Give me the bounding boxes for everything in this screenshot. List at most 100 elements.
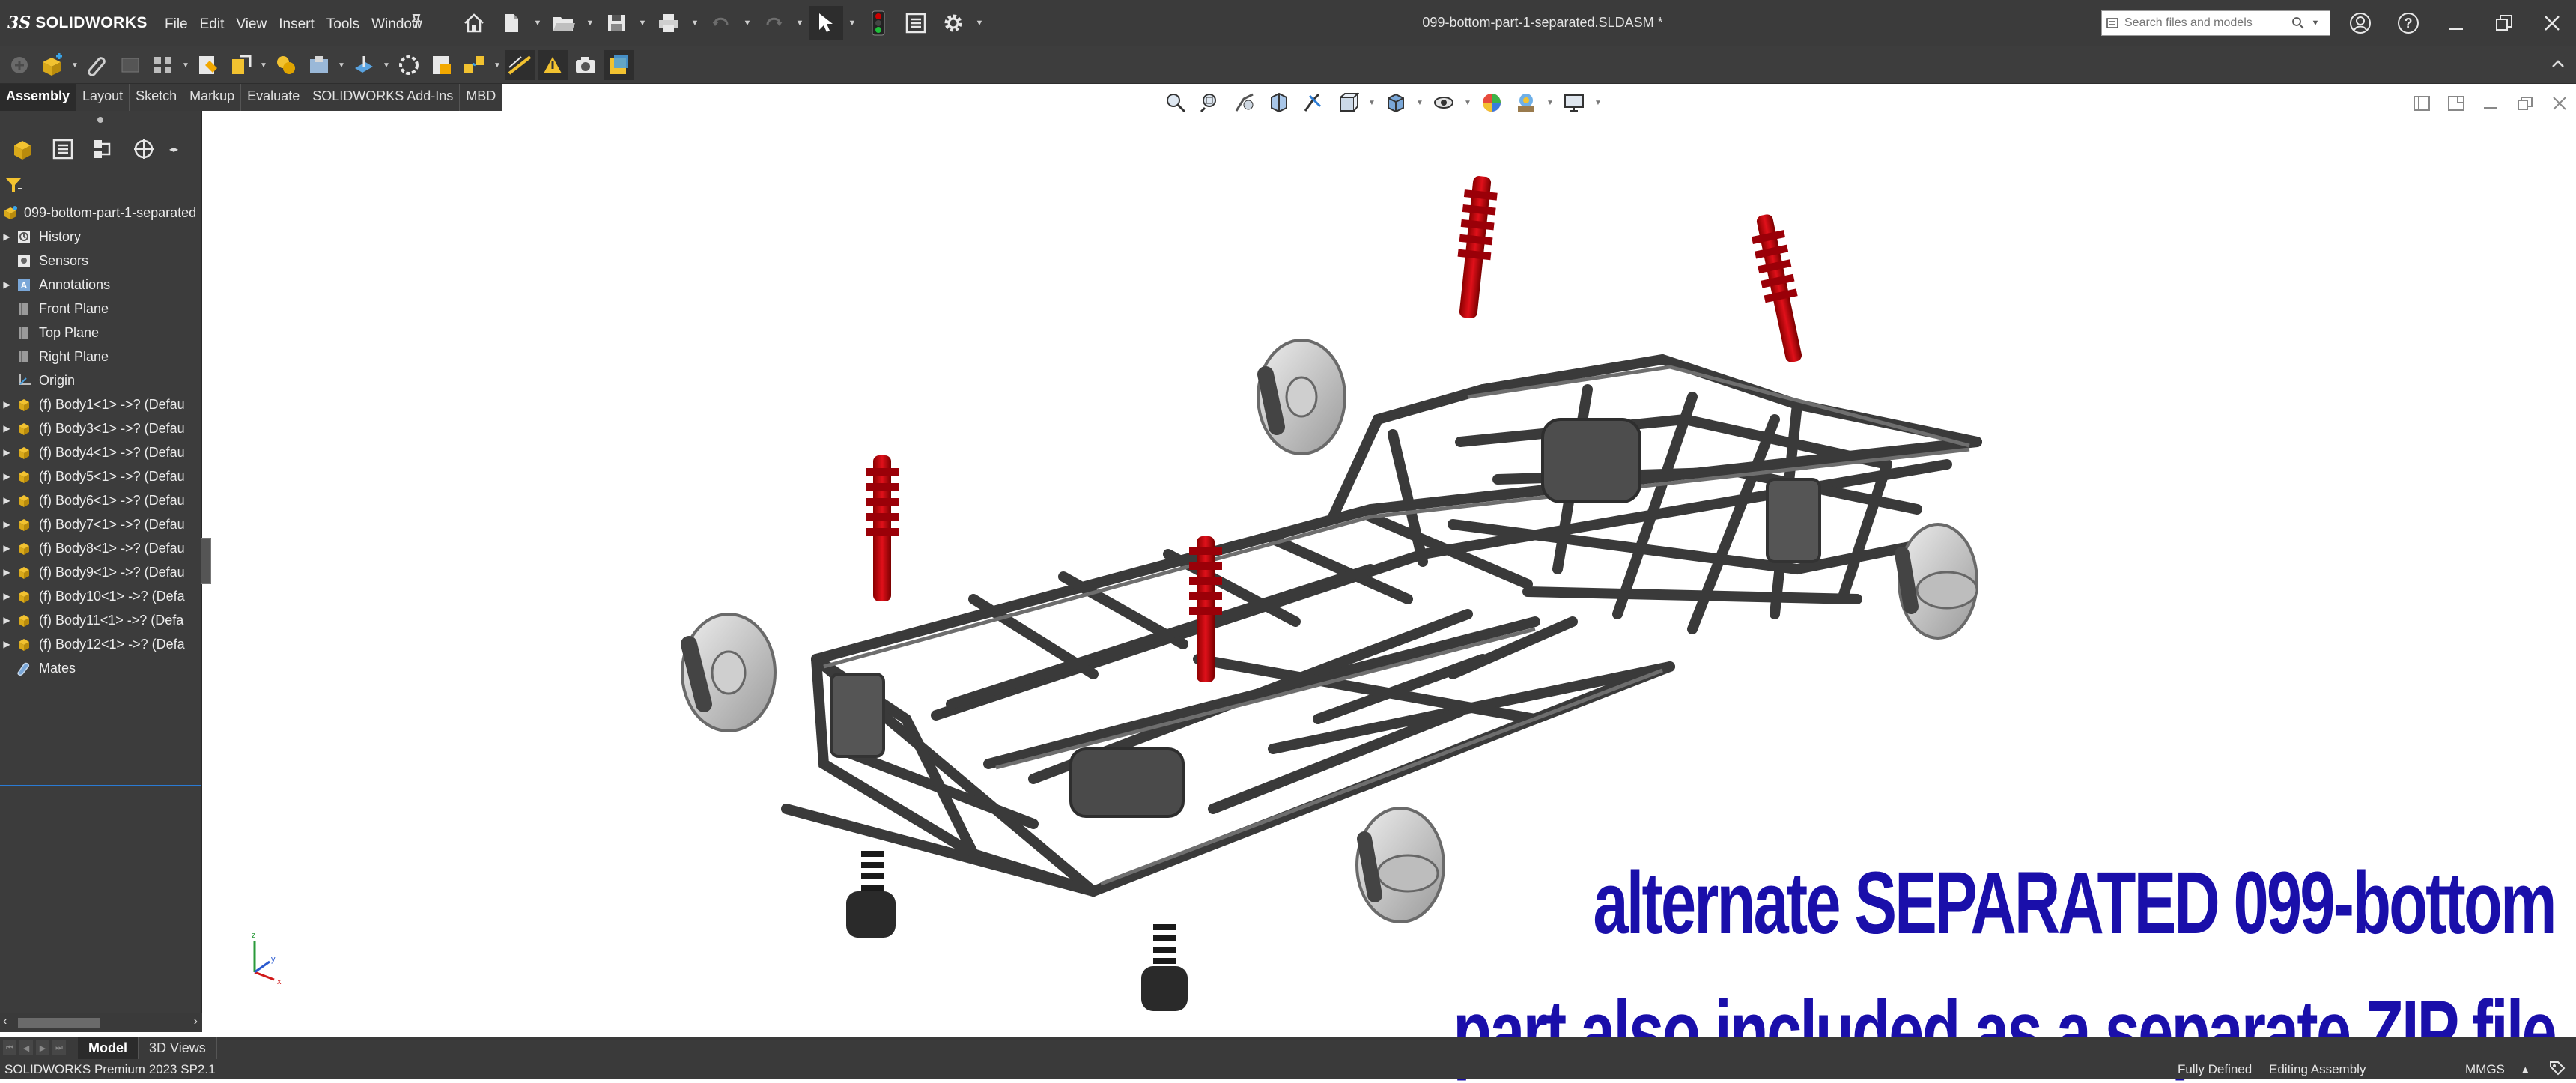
tab-sketch[interactable]: Sketch: [130, 84, 184, 111]
search-scope-icon[interactable]: [2102, 17, 2124, 29]
tree-filter[interactable]: [4, 174, 24, 196]
open-dropdown-icon[interactable]: ▼: [584, 6, 596, 40]
edit-appearance-icon[interactable]: [1477, 88, 1507, 117]
dynamic-annotation-views-icon[interactable]: [1298, 88, 1328, 117]
chassis-frame[interactable]: [781, 354, 1982, 897]
menu-file[interactable]: File: [159, 13, 194, 36]
status-units[interactable]: MMGS: [2465, 1062, 2505, 1077]
filter-icon[interactable]: [4, 177, 24, 193]
new-dropdown-icon[interactable]: ▼: [532, 6, 544, 40]
previous-tab-icon[interactable]: ◀: [19, 1040, 33, 1055]
tree-item-body10[interactable]: ▶ (f) Body10<1> ->? (Defa: [0, 584, 201, 608]
view-orientation-dropdown-icon[interactable]: ▼: [1367, 99, 1376, 107]
exploded-view-dropdown-icon[interactable]: ▼: [493, 61, 502, 70]
tree-item-history[interactable]: ▶ History: [0, 225, 201, 249]
display-style-icon[interactable]: [1381, 88, 1411, 117]
large-assembly-settings-icon[interactable]: [604, 50, 634, 80]
task-pane-icon[interactable]: [2411, 93, 2432, 114]
search-icon[interactable]: [2289, 16, 2307, 30]
front-suspension-hub-block[interactable]: [1069, 747, 1185, 818]
tree-item-front-plane[interactable]: Front Plane: [0, 297, 201, 321]
bump-stop-1[interactable]: [846, 851, 896, 938]
tab-evaluate[interactable]: Evaluate: [241, 84, 307, 111]
panel-tab-scroll-arrows[interactable]: ◂▸: [169, 144, 178, 154]
help-icon[interactable]: ?: [2384, 0, 2432, 46]
insert-components-icon[interactable]: [37, 50, 67, 80]
tab-layout[interactable]: Layout: [76, 84, 130, 111]
apply-scene-dropdown-icon[interactable]: ▼: [1546, 99, 1555, 107]
pattern-dropdown-icon[interactable]: ▼: [181, 61, 190, 70]
view-settings-icon[interactable]: [1559, 88, 1589, 117]
hide-show-items-icon[interactable]: [1429, 88, 1459, 117]
menu-edit[interactable]: Edit: [194, 13, 231, 36]
traffic-light-icon[interactable]: [861, 6, 896, 40]
expand-arrow-icon[interactable]: ▶: [0, 519, 13, 530]
undo-dropdown-icon[interactable]: ▼: [741, 6, 753, 40]
options-gear-icon[interactable]: [936, 6, 970, 40]
expand-arrow-icon[interactable]: ▶: [0, 447, 13, 458]
expand-arrow-icon[interactable]: ▶: [0, 423, 13, 434]
panel-grip[interactable]: [97, 117, 103, 123]
tree-item-body1[interactable]: ▶ (f) Body1<1> ->? (Defau: [0, 392, 201, 416]
search-input[interactable]: [2124, 16, 2289, 30]
tag-icon[interactable]: [2549, 1061, 2566, 1079]
tree-item-body5[interactable]: ▶ (f) Body5<1> ->? (Defau: [0, 464, 201, 488]
bump-stop-2[interactable]: [1141, 924, 1188, 1011]
user-account-icon[interactable]: [2336, 0, 2384, 46]
viewport-minimize-icon[interactable]: [2480, 93, 2501, 114]
take-snapshot-icon[interactable]: [571, 50, 601, 80]
apply-scene-icon[interactable]: [1511, 88, 1541, 117]
expand-arrow-icon[interactable]: ▶: [0, 399, 13, 410]
tab-model[interactable]: Model: [78, 1037, 139, 1060]
brake-disc-front-left[interactable]: [681, 613, 777, 732]
tree-item-annotations[interactable]: ▶ A Annotations: [0, 273, 201, 297]
undo-icon[interactable]: [704, 6, 738, 40]
view-settings-dropdown-icon[interactable]: ▼: [1594, 99, 1603, 107]
next-tab-icon[interactable]: ▶: [36, 1040, 49, 1055]
redo-icon[interactable]: [756, 6, 791, 40]
tab-solidworks-add-ins[interactable]: SOLIDWORKS Add-Ins: [306, 84, 461, 111]
collapse-ribbon-icon[interactable]: [2551, 57, 2566, 73]
tree-item-body11[interactable]: ▶ (f) Body11<1> ->? (Defa: [0, 608, 201, 632]
expand-arrow-icon[interactable]: ▶: [0, 543, 13, 553]
open-folder-icon[interactable]: [547, 6, 581, 40]
tab-3d-views[interactable]: 3D Views: [139, 1037, 217, 1060]
expand-arrow-icon[interactable]: ▶: [0, 639, 13, 649]
menu-insert[interactable]: Insert: [273, 13, 321, 36]
exploded-view-icon[interactable]: [460, 50, 490, 80]
coilover-shock-3[interactable]: [866, 455, 899, 601]
solidworks-logo[interactable]: 3S SOLIDWORKS: [7, 12, 148, 34]
print-icon[interactable]: [651, 6, 686, 40]
search-box[interactable]: ▼: [2101, 10, 2330, 36]
units-dropdown-icon[interactable]: ▴: [2522, 1062, 2529, 1077]
expand-arrow-icon[interactable]: ▶: [0, 591, 13, 601]
menu-view[interactable]: View: [230, 13, 273, 36]
configurationmanager-tab-icon[interactable]: [88, 134, 118, 164]
close-icon[interactable]: [2528, 0, 2576, 46]
tree-item-mates[interactable]: Mates: [0, 656, 201, 680]
menu-tools[interactable]: Tools: [321, 13, 365, 36]
panel-collapse-handle[interactable]: [201, 538, 211, 584]
brake-disc-rear-left[interactable]: [1257, 339, 1346, 455]
viewport-restore-icon[interactable]: [2515, 93, 2536, 114]
assembly-features-icon[interactable]: [304, 50, 334, 80]
bill-of-materials-icon[interactable]: [427, 50, 457, 80]
print-dropdown-icon[interactable]: ▼: [689, 6, 701, 40]
featuremanager-tab-icon[interactable]: [7, 134, 37, 164]
graphics-area[interactable]: alternate SEPARATED 099-bottom part also…: [202, 84, 2576, 1082]
expand-arrow-icon[interactable]: ▶: [0, 279, 13, 290]
linear-pattern-icon[interactable]: [148, 50, 178, 80]
mate-icon[interactable]: [82, 50, 112, 80]
select-dropdown-icon[interactable]: ▼: [846, 6, 858, 40]
tab-mbd[interactable]: MBD: [460, 84, 503, 111]
last-tab-icon[interactable]: ⏭: [52, 1040, 66, 1055]
tree-item-body12[interactable]: ▶ (f) Body12<1> ->? (Defa: [0, 632, 201, 656]
redo-dropdown-icon[interactable]: ▼: [794, 6, 806, 40]
viewport-close-icon[interactable]: [2549, 93, 2570, 114]
zoom-to-fit-icon[interactable]: [1161, 88, 1191, 117]
reference-geometry-icon[interactable]: [349, 50, 379, 80]
smart-fasteners-icon[interactable]: [193, 50, 223, 80]
new-motion-study-icon[interactable]: [394, 50, 424, 80]
minimize-icon[interactable]: [2432, 0, 2480, 46]
tree-item-sensors[interactable]: Sensors: [0, 249, 201, 273]
